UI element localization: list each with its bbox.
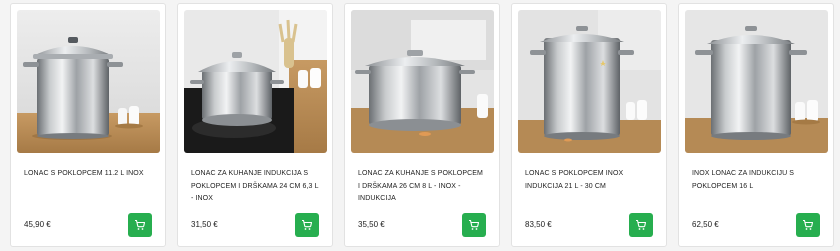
product-card[interactable]: LONAC S POKLOPCEM 11.2 L INOX 45,90 €: [10, 3, 166, 247]
add-to-cart-button[interactable]: [796, 213, 820, 237]
shopping-cart-icon: [135, 219, 146, 230]
product-title[interactable]: LONAC S POKLOPCEM INOX INDUKCIJA 21 L - …: [525, 168, 653, 193]
product-title[interactable]: LONAC S POKLOPCEM 11.2 L INOX: [24, 168, 152, 181]
pot-image: [184, 10, 327, 153]
product-price: 45,90 €: [24, 220, 51, 229]
product-image[interactable]: [17, 10, 160, 153]
product-price: 31,50 €: [191, 220, 218, 229]
product-grid: LONAC S POKLOPCEM 11.2 L INOX 45,90 € LO…: [0, 0, 840, 251]
product-card[interactable]: LONAC ZA KUHANJE S POKLOPCEM I DRŠKAMA 2…: [344, 3, 500, 247]
product-card[interactable]: INOX LONAC ZA INDUKCIJU S POKLOPCEM 16 L…: [678, 3, 834, 247]
product-card[interactable]: LONAC S POKLOPCEM INOX INDUKCIJA 21 L - …: [511, 3, 667, 247]
pot-image: [351, 10, 494, 153]
product-price: 62,50 €: [692, 220, 719, 229]
product-title[interactable]: INOX LONAC ZA INDUKCIJU S POKLOPCEM 16 L: [692, 168, 820, 193]
add-to-cart-button[interactable]: [295, 213, 319, 237]
shopping-cart-icon: [302, 219, 313, 230]
pot-image: [518, 10, 661, 153]
product-card[interactable]: LONAC ZA KUHANJE INDUKCIJA S POKLOPCEM I…: [177, 3, 333, 247]
product-image[interactable]: [351, 10, 494, 153]
product-price: 83,50 €: [525, 220, 552, 229]
add-to-cart-button[interactable]: [462, 213, 486, 237]
product-image[interactable]: [685, 10, 828, 153]
product-title[interactable]: LONAC ZA KUHANJE S POKLOPCEM I DRŠKAMA 2…: [358, 168, 486, 206]
pot-image: [17, 10, 160, 153]
product-image[interactable]: [184, 10, 327, 153]
product-price: 35,50 €: [358, 220, 385, 229]
shopping-cart-icon: [636, 219, 647, 230]
product-title[interactable]: LONAC ZA KUHANJE INDUKCIJA S POKLOPCEM I…: [191, 168, 319, 206]
shopping-cart-icon: [803, 219, 814, 230]
product-image[interactable]: [518, 10, 661, 153]
pot-image: [685, 10, 828, 153]
add-to-cart-button[interactable]: [629, 213, 653, 237]
shopping-cart-icon: [469, 219, 480, 230]
add-to-cart-button[interactable]: [128, 213, 152, 237]
